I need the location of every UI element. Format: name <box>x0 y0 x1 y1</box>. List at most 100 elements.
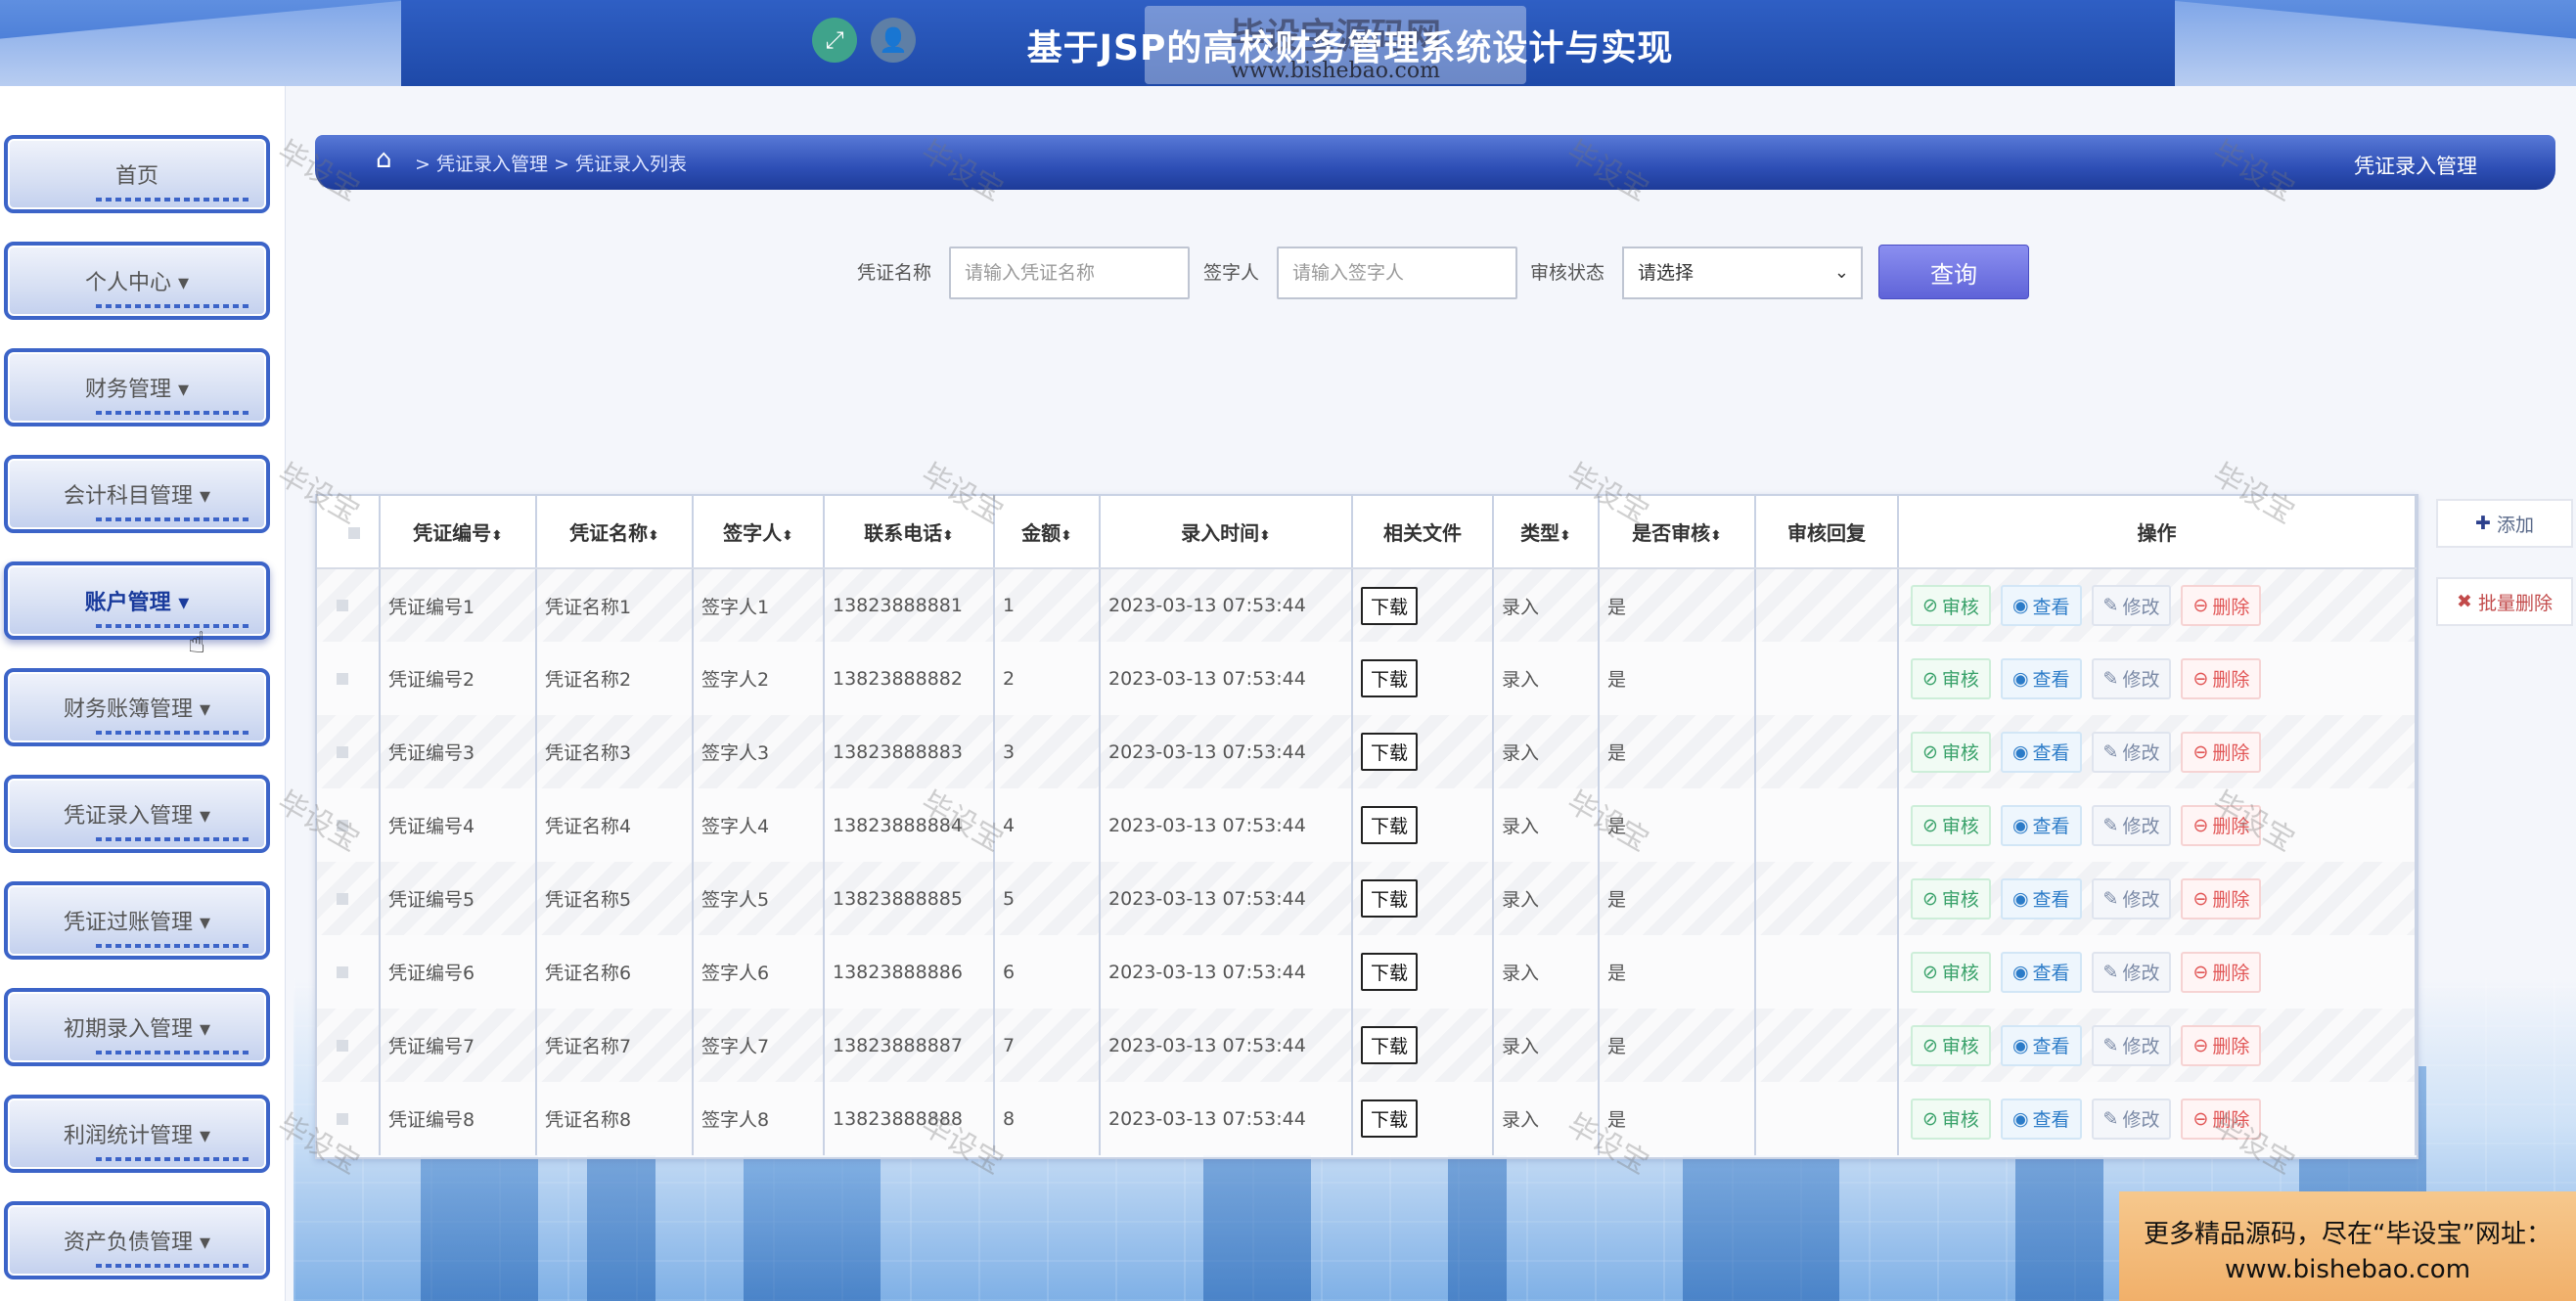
cell-voucher-no: 凭证编号5 <box>380 862 537 935</box>
cell-amount: 1 <box>994 568 1101 642</box>
row-checkbox[interactable] <box>317 1009 381 1082</box>
view-button[interactable]: ◉ 查看 <box>2000 1024 2082 1066</box>
edit-button[interactable]: ✎ 修改 <box>2091 951 2172 993</box>
view-button[interactable]: ◉ 查看 <box>2000 731 2082 773</box>
home-icon[interactable]: ⌂ <box>376 145 392 174</box>
cell-amount: 4 <box>994 788 1101 862</box>
edit-button[interactable]: ✎ 修改 <box>2091 585 2172 626</box>
edit-button[interactable]: ✎ 修改 <box>2091 804 2172 846</box>
cell-entry-time: 2023-03-13 07:53:44 <box>1100 1082 1353 1155</box>
sidebar-item-home[interactable]: 首页 <box>4 135 270 213</box>
download-button[interactable]: 下载 <box>1361 659 1419 697</box>
voucher-name-input[interactable]: 请输入凭证名称 <box>949 247 1190 299</box>
cell-signer: 签字人8 <box>693 1082 825 1155</box>
row-checkbox[interactable] <box>317 1082 381 1155</box>
check-circle-icon: ⊘ <box>1922 1034 1938 1056</box>
row-checkbox[interactable] <box>317 642 381 715</box>
select-all-checkbox[interactable] <box>317 496 381 569</box>
download-button[interactable]: 下载 <box>1361 586 1419 625</box>
download-button[interactable]: 下载 <box>1361 1099 1419 1138</box>
delete-button[interactable]: ⊖ 删除 <box>2181 1098 2262 1140</box>
table-header-row: 凭证编号⬍ 凭证名称⬍ 签字人⬍ 联系电话⬍ 金额⬍ 录入时间⬍ 相关文件 类型… <box>317 496 2417 569</box>
search-button[interactable]: 查询 <box>1878 245 2029 299</box>
download-button[interactable]: 下载 <box>1361 1026 1419 1064</box>
audit-button[interactable]: ⊘ 审核 <box>1911 1024 1991 1066</box>
fullscreen-button[interactable]: ⤢ <box>812 18 857 63</box>
cell-files: 下载 <box>1352 935 1494 1009</box>
download-button[interactable]: 下载 <box>1361 733 1419 771</box>
cell-entry-time: 2023-03-13 07:53:44 <box>1100 568 1353 642</box>
cell-voucher-name: 凭证名称7 <box>536 1009 694 1082</box>
edit-button[interactable]: ✎ 修改 <box>2091 877 2172 920</box>
cell-files: 下载 <box>1352 862 1494 935</box>
audit-button[interactable]: ⊘ 审核 <box>1911 731 1991 773</box>
sidebar-item-voucher-posting[interactable]: 凭证过账管理 ▾ <box>4 881 270 960</box>
audit-button[interactable]: ⊘ 审核 <box>1911 585 1991 626</box>
batch-delete-button[interactable]: ✖ 批量删除 <box>2436 577 2573 626</box>
delete-button[interactable]: ⊖ 删除 <box>2181 585 2262 626</box>
col-phone[interactable]: 联系电话⬍ <box>824 496 995 569</box>
col-voucher-name[interactable]: 凭证名称⬍ <box>536 496 694 569</box>
add-button[interactable]: ✚ 添加 <box>2436 499 2573 548</box>
audit-button[interactable]: ⊘ 审核 <box>1911 804 1991 846</box>
sidebar-item-balance-sheet[interactable]: 资产负债管理 ▾ <box>4 1201 270 1279</box>
sidebar-item-accounting-subjects[interactable]: 会计科目管理 ▾ <box>4 455 270 533</box>
cell-voucher-name: 凭证名称1 <box>536 568 694 642</box>
col-entry-time[interactable]: 录入时间⬍ <box>1100 496 1353 569</box>
view-button[interactable]: ◉ 查看 <box>2000 804 2082 846</box>
voucher-name-label: 凭证名称 <box>857 262 932 284</box>
row-checkbox[interactable] <box>317 715 381 788</box>
signer-input[interactable]: 请输入签字人 <box>1277 247 1517 299</box>
pencil-icon: ✎ <box>2102 961 2119 983</box>
col-audited[interactable]: 是否审核⬍ <box>1599 496 1756 569</box>
sidebar-item-ledger[interactable]: 财务账簿管理 ▾ <box>4 668 270 746</box>
sidebar-item-initial-entry[interactable]: 初期录入管理 ▾ <box>4 988 270 1066</box>
delete-button[interactable]: ⊖ 删除 <box>2181 804 2262 846</box>
row-checkbox[interactable] <box>317 862 381 935</box>
cell-voucher-name: 凭证名称3 <box>536 715 694 788</box>
edit-button[interactable]: ✎ 修改 <box>2091 1024 2172 1066</box>
eye-icon: ◉ <box>2011 740 2029 763</box>
cell-signer: 签字人4 <box>693 788 825 862</box>
view-button[interactable]: ◉ 查看 <box>2000 877 2082 920</box>
download-button[interactable]: 下载 <box>1361 806 1419 844</box>
row-checkbox[interactable] <box>317 935 381 1009</box>
row-checkbox[interactable] <box>317 568 381 642</box>
audit-button[interactable]: ⊘ 审核 <box>1911 657 1991 699</box>
view-button[interactable]: ◉ 查看 <box>2000 657 2082 699</box>
col-signer[interactable]: 签字人⬍ <box>693 496 825 569</box>
view-button[interactable]: ◉ 查看 <box>2000 1098 2082 1140</box>
minus-circle-icon: ⊖ <box>2192 1107 2209 1130</box>
hand-cursor-icon: ☝ <box>188 626 206 660</box>
cell-entry-time: 2023-03-13 07:53:44 <box>1100 935 1353 1009</box>
download-button[interactable]: 下载 <box>1361 953 1419 991</box>
user-button[interactable]: 👤 <box>871 18 916 63</box>
audit-status-select[interactable]: 请选择 ⌄ <box>1622 247 1863 299</box>
view-button[interactable]: ◉ 查看 <box>2000 585 2082 626</box>
col-type[interactable]: 类型⬍ <box>1493 496 1600 569</box>
audit-button[interactable]: ⊘ 审核 <box>1911 951 1991 993</box>
promo-banner[interactable]: 更多精品源码，尽在“毕设宝”网址： www.bishebao.com <box>2119 1191 2576 1301</box>
cell-amount: 2 <box>994 642 1101 715</box>
sidebar-item-profit-stats[interactable]: 利润统计管理 ▾ <box>4 1095 270 1173</box>
delete-button[interactable]: ⊖ 删除 <box>2181 877 2262 920</box>
edit-button[interactable]: ✎ 修改 <box>2091 1098 2172 1140</box>
sidebar-item-voucher-entry[interactable]: 凭证录入管理 ▾ <box>4 775 270 853</box>
audit-button[interactable]: ⊘ 审核 <box>1911 877 1991 920</box>
audit-status-value: 请选择 <box>1638 262 1695 284</box>
edit-button[interactable]: ✎ 修改 <box>2091 657 2172 699</box>
sidebar-item-accounts[interactable]: 账户管理 ▾ <box>4 561 270 640</box>
delete-button[interactable]: ⊖ 删除 <box>2181 1024 2262 1066</box>
delete-button[interactable]: ⊖ 删除 <box>2181 657 2262 699</box>
audit-button[interactable]: ⊘ 审核 <box>1911 1098 1991 1140</box>
row-checkbox[interactable] <box>317 788 381 862</box>
delete-button[interactable]: ⊖ 删除 <box>2181 731 2262 773</box>
delete-button[interactable]: ⊖ 删除 <box>2181 951 2262 993</box>
col-amount[interactable]: 金额⬍ <box>994 496 1101 569</box>
col-voucher-no[interactable]: 凭证编号⬍ <box>380 496 537 569</box>
view-button[interactable]: ◉ 查看 <box>2000 951 2082 993</box>
download-button[interactable]: 下载 <box>1361 879 1419 918</box>
sidebar-item-finance[interactable]: 财务管理 ▾ <box>4 348 270 426</box>
cell-actions: ⊘ 审核 ◉ 查看 ✎ 修改 ⊖ 删除 <box>1898 935 2417 1009</box>
edit-button[interactable]: ✎ 修改 <box>2091 731 2172 773</box>
